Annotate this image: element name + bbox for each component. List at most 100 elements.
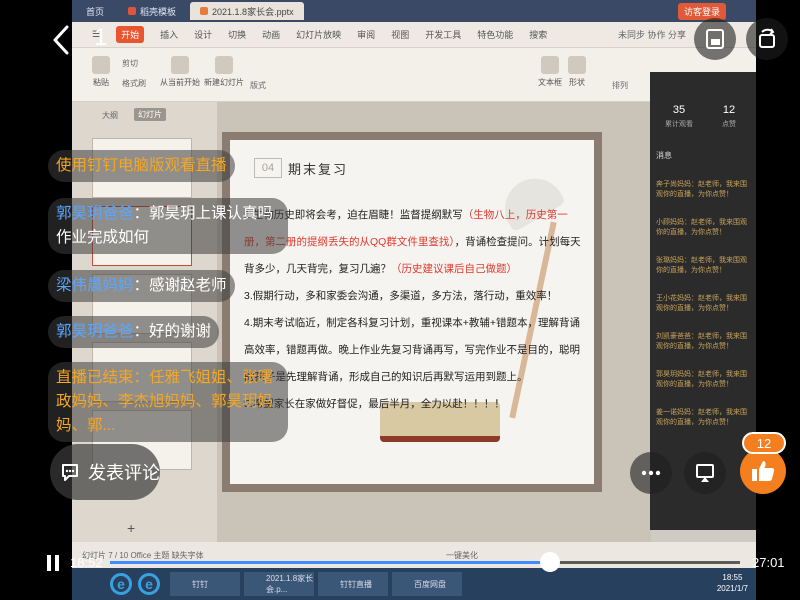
ribbon-play-current: 从当前开始: [160, 56, 200, 88]
views-stat: 35 累计观看: [654, 104, 704, 129]
ribbon-label: 文本框: [538, 78, 562, 87]
chat-nickname: 梁伟晨妈妈: [56, 277, 134, 294]
player-controls: 18:52 27:01: [0, 548, 800, 578]
wps-tab-label: 首页: [86, 6, 105, 17]
ribbon-format-painter: 格式刷: [122, 79, 146, 88]
wps-tab-document: 2021.1.8家长会.pptx: [190, 2, 304, 20]
slide-item-1: 1.生物历史即将会考，迫在眉睫！监督提纲默写（生物八上，历史第一册，第二册的提纲…: [244, 202, 584, 283]
screen-cast-button[interactable]: [684, 452, 726, 494]
live-message: 张璐妈妈：赵老师，我来围观你的直播，为你点赞！: [656, 257, 747, 274]
ribbon-label: 粘贴: [93, 78, 109, 87]
ribbon-new-slide: 新建幻灯片: [204, 56, 244, 88]
ppt-icon: [200, 7, 209, 15]
pip-icon: [706, 29, 724, 49]
ribbon-label: 从当前开始: [160, 78, 200, 87]
chat-item: 郭昊玥爸爸：郭昊玥上课认真吗作业完成如何: [48, 198, 288, 260]
user-message: 郭昊玥爸爸：好的谢谢: [48, 316, 220, 348]
thumbs-up-icon: [752, 461, 775, 481]
live-replay-player: 首页 稻壳模板 2021.1.8家长会.pptx 访客登录 ☰ 开始 插入 设计…: [0, 0, 800, 600]
ribbon-shape: 形状: [568, 56, 586, 88]
outline-tab: 大纲: [102, 111, 118, 120]
slide-title: 期末复习: [288, 161, 349, 177]
template-icon: [128, 7, 137, 15]
chevron-left-icon: [53, 25, 69, 55]
chat-nickname: 郭昊玥爸爸: [56, 323, 134, 340]
add-slide-icon: +: [127, 520, 136, 536]
current-time: 18:52: [70, 555, 103, 570]
menu-insert: 插入: [160, 30, 179, 40]
system-message: 直播已结束：任雅飞姐姐、张曙政妈妈、李杰旭妈妈、郭昊玥妈妈、郭...: [48, 362, 288, 442]
menu-dev-tools: 开发工具: [425, 30, 462, 40]
menu-animation: 动画: [262, 30, 281, 40]
menu-view: 视图: [391, 30, 410, 40]
chat-item: 直播已结束：任雅飞姐姐、张曙政妈妈、李杰旭妈妈、郭昊玥妈妈、郭...: [48, 362, 288, 448]
slides-tab: 幻灯片: [134, 108, 166, 121]
chat-item: 使用钉钉电脑版观看直播: [48, 150, 235, 188]
menu-start: 开始: [116, 26, 145, 43]
picture-in-picture-button[interactable]: [694, 18, 736, 60]
like-button[interactable]: [740, 448, 786, 494]
ribbon-cut: 剪切: [122, 59, 138, 68]
cast-icon: [696, 464, 714, 482]
pause-button[interactable]: [46, 555, 60, 571]
comment-icon: [62, 464, 78, 481]
system-message: 使用钉钉电脑版观看直播: [48, 150, 235, 182]
likes-label: 点赞: [722, 121, 736, 128]
wps-tab-home: 首页: [76, 2, 114, 20]
menu-right-actions: 未同步 协作 分享: [617, 30, 686, 40]
slide-item-5: 5.希望家长在家做好督促，最后半月，全力以赴！！！！: [244, 398, 505, 410]
menu-review: 审阅: [357, 30, 376, 40]
slide-editor-area: 04 期末复习 1.生物历史即将会考，迫在眉睫！监督提纲默写（生物八上，历史第一…: [217, 102, 651, 542]
more-options-button[interactable]: [630, 452, 672, 494]
page-counter: 1: [94, 24, 108, 51]
ribbon-paste: 粘贴: [92, 56, 110, 88]
progress-handle[interactable]: [539, 552, 560, 572]
slide-section-number: 04: [254, 158, 282, 178]
wps-menu-bar: ☰ 开始 插入 设计 切换 动画 幻灯片放映 审阅 视图 开发工具 特色功能 搜…: [72, 22, 756, 48]
pause-icon: [47, 555, 51, 571]
shape-icon: [568, 56, 586, 74]
wps-title-bar: 首页 稻壳模板 2021.1.8家长会.pptx 访客登录: [72, 0, 756, 22]
slide-item-3: 3.假期行动，多和家委会沟通，多渠道，多方法，落行动，重效率！: [244, 290, 558, 302]
slide-body: 1.生物历史即将会考，迫在眉睫！监督提纲默写（生物八上，历史第一册，第二册的提纲…: [244, 202, 584, 418]
slide-heading: 04 期末复习: [254, 158, 348, 178]
live-message: 刘凯豪爸爸：赵老师，我来围观你的直播，为你点赞！: [656, 333, 747, 350]
likes-count: 12: [722, 104, 736, 116]
slide-item-4: 4.期末考试临近，制定各科复习计划，重视课本+教辅+错题本，理解背诵高效率，错题…: [244, 317, 581, 383]
textbox-icon: [541, 56, 559, 74]
slide-text-highlight: （历史建议课后自己做题）: [391, 263, 517, 275]
live-message: 小顾妈妈：赵老师，我来围观你的直播，为你点赞！: [656, 219, 747, 236]
menu-slideshow: 幻灯片放映: [296, 30, 342, 40]
chat-nickname: 郭昊玥爸爸: [56, 205, 134, 222]
like-count-badge: 12: [742, 432, 786, 454]
wps-tab-label: 稻壳模板: [140, 6, 177, 17]
progress-track[interactable]: [110, 561, 740, 564]
chat-text: ：好的谢谢: [133, 323, 212, 340]
ribbon-arrange: 排列: [612, 81, 628, 90]
wps-tab-template: 稻壳模板: [118, 2, 186, 20]
messages-heading: 消息: [656, 151, 672, 160]
menu-search: 搜索: [529, 30, 548, 40]
wps-tab-label: 2021.1.8家长会.pptx: [212, 6, 294, 17]
rotate-icon: [759, 28, 775, 48]
user-message: 梁伟晨妈妈：感谢赵老师: [48, 270, 235, 302]
chat-text: ：感谢赵老师: [133, 277, 227, 294]
menu-special: 特色功能: [477, 30, 514, 40]
more-icon: [641, 470, 661, 476]
menu-design: 设计: [194, 30, 213, 40]
back-button[interactable]: [48, 20, 74, 60]
live-message: 奔子尚妈妈：赵老师，我来围观你的直播，为你点赞！: [656, 181, 747, 198]
user-message: 郭昊玥爸爸：郭昊玥上课认真吗作业完成如何: [48, 198, 288, 254]
views-label: 累计观看: [665, 121, 693, 128]
pause-icon: [55, 555, 59, 571]
new-slide-icon: [215, 56, 233, 74]
rotate-screen-button[interactable]: [746, 18, 788, 60]
ribbon-textbox: 文本框: [538, 56, 562, 88]
chat-item: 郭昊玥爸爸：好的谢谢: [48, 316, 220, 354]
comment-button[interactable]: 发表评论: [50, 444, 160, 500]
progress-fill: [110, 561, 550, 564]
ribbon-layout: 版式: [250, 81, 266, 90]
views-count: 35: [672, 104, 686, 116]
ribbon-label: 形状: [569, 78, 585, 87]
live-message: 王小花妈妈：赵老师，我来围观你的直播，为你点赞！: [656, 295, 747, 312]
